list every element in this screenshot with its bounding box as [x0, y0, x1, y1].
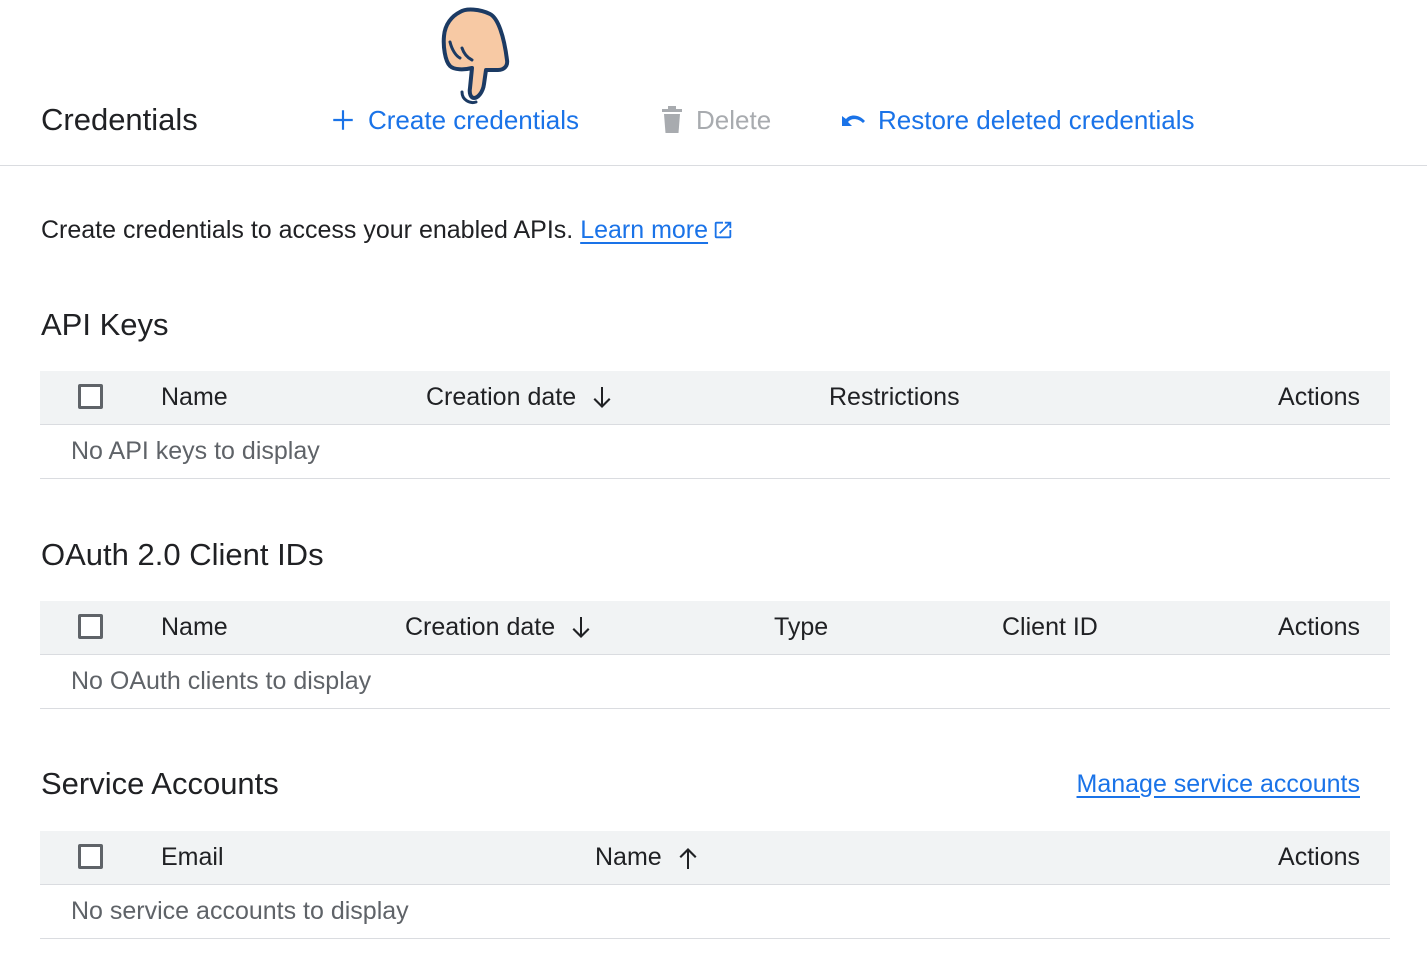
learn-more-link[interactable]: Learn more [580, 216, 708, 244]
restore-deleted-credentials-button[interactable]: Restore deleted credentials [838, 100, 1195, 140]
column-restrictions[interactable]: Restrictions [829, 371, 960, 424]
empty-message: No OAuth clients to display [71, 667, 372, 695]
column-creation-date-label: Creation date [426, 383, 577, 411]
arrow-up-icon [676, 845, 700, 871]
column-client-id[interactable]: Client ID [1002, 601, 1098, 654]
column-actions: Actions [1278, 843, 1360, 871]
column-creation-date[interactable]: Creation date [426, 371, 614, 424]
service-accounts-title: Service Accounts [41, 766, 279, 801]
arrow-down-icon [569, 615, 593, 641]
column-creation-date[interactable]: Creation date [405, 601, 593, 654]
select-all-checkbox[interactable] [78, 844, 103, 869]
delete-button[interactable]: Delete [660, 100, 771, 140]
manage-service-accounts-link[interactable]: Manage service accounts [1077, 766, 1360, 802]
undo-icon [838, 110, 866, 130]
table-header: Name Creation date Restrictions Actions [40, 371, 1390, 425]
table-header: Name Creation date Type Client ID Action… [40, 601, 1390, 655]
api-keys-title: API Keys [41, 307, 169, 342]
external-link-icon[interactable] [712, 215, 734, 251]
credentials-page: Credentials Create credentials Delete Re… [0, 0, 1427, 979]
page-title: Credentials [41, 102, 198, 137]
create-credentials-label: Create credentials [368, 105, 579, 135]
select-all-checkbox[interactable] [78, 384, 103, 409]
arrow-down-icon [590, 385, 614, 411]
table-row: No API keys to display [40, 425, 1390, 479]
empty-message: No service accounts to display [71, 897, 409, 925]
column-name[interactable]: Name [595, 831, 700, 884]
table-row: No service accounts to display [40, 885, 1390, 939]
trash-icon [660, 106, 684, 134]
oauth-title: OAuth 2.0 Client IDs [41, 537, 324, 572]
column-name[interactable]: Name [161, 601, 228, 654]
api-keys-table: Name Creation date Restrictions Actions … [40, 371, 1390, 479]
column-creation-date-label: Creation date [405, 613, 556, 641]
plus-icon [330, 107, 356, 133]
column-name-label: Name [595, 843, 662, 871]
empty-message: No API keys to display [71, 437, 320, 465]
create-credentials-button[interactable]: Create credentials [330, 100, 579, 140]
column-name[interactable]: Name [161, 371, 228, 424]
oauth-table: Name Creation date Type Client ID Action… [40, 601, 1390, 709]
table-header: Email Name Actions [40, 831, 1390, 885]
select-all-checkbox[interactable] [78, 614, 103, 639]
delete-label: Delete [696, 105, 772, 135]
table-row: No OAuth clients to display [40, 655, 1390, 709]
intro-text: Create credentials to access your enable… [41, 212, 734, 251]
column-type[interactable]: Type [774, 601, 828, 654]
column-actions: Actions [1278, 383, 1360, 411]
column-email[interactable]: Email [161, 831, 224, 884]
intro-description: Create credentials to access your enable… [41, 216, 581, 244]
toolbar: Credentials Create credentials Delete Re… [0, 0, 1427, 166]
restore-label: Restore deleted credentials [878, 105, 1195, 135]
service-accounts-table: Email Name Actions No service accounts t… [40, 831, 1390, 939]
column-actions: Actions [1278, 613, 1360, 641]
pointing-hand-icon [441, 7, 510, 104]
